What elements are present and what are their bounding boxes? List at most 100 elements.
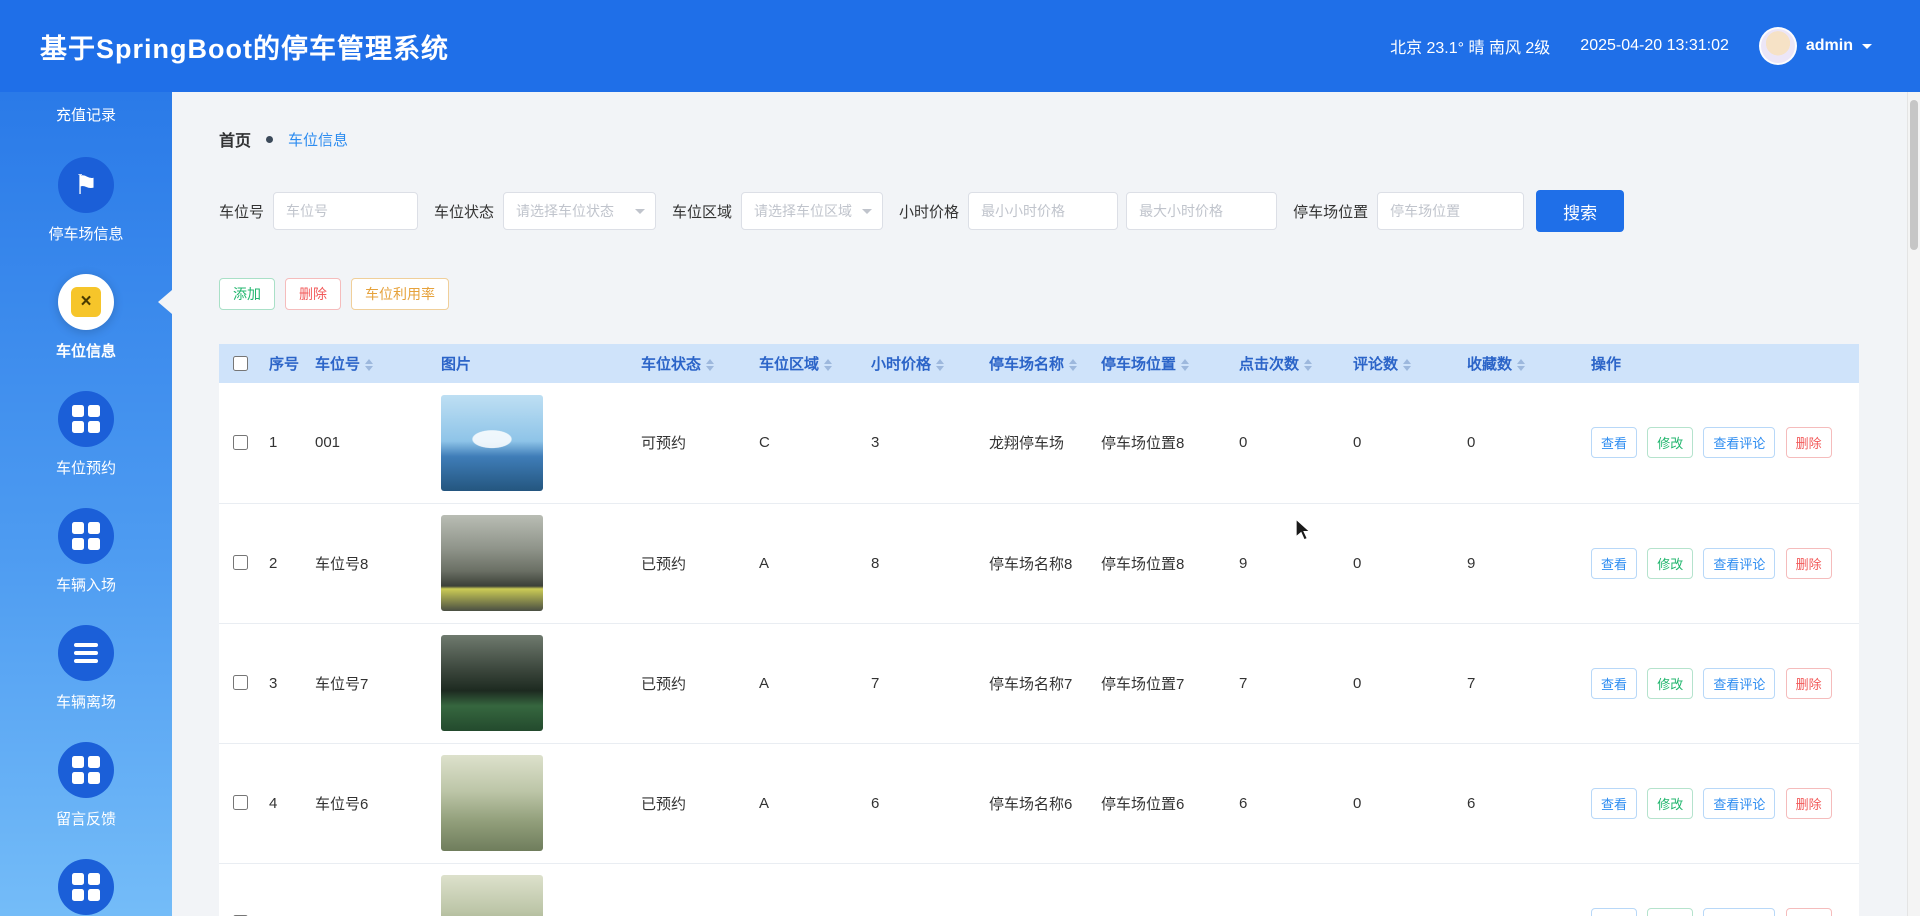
sort-icon[interactable] bbox=[824, 359, 832, 371]
area-select[interactable]: 请选择车位区域 bbox=[741, 192, 883, 230]
cell-lot-name: 停车场名称7 bbox=[981, 623, 1093, 743]
delete-row-button[interactable]: 删除 bbox=[1786, 908, 1832, 916]
column-header-lot_name[interactable]: 停车场名称 bbox=[981, 344, 1093, 383]
delete-button[interactable]: 删除 bbox=[285, 278, 341, 310]
cell-index: 3 bbox=[261, 623, 307, 743]
sidebar-item-spot-reservation[interactable]: 车位预约 bbox=[0, 391, 172, 478]
column-header-label: 操作 bbox=[1591, 356, 1621, 373]
add-button[interactable]: 添加 bbox=[219, 278, 275, 310]
column-header-comments[interactable]: 评论数 bbox=[1345, 344, 1459, 383]
breadcrumb-current[interactable]: 车位信息 bbox=[288, 129, 348, 150]
filter-label-price: 小时价格 bbox=[899, 201, 959, 222]
sidebar-item-vehicle-exit[interactable]: 车辆离场 bbox=[0, 625, 172, 712]
edit-button[interactable]: 修改 bbox=[1647, 548, 1693, 579]
view-comments-button[interactable]: 查看评论 bbox=[1703, 788, 1775, 819]
price-max-input[interactable] bbox=[1126, 192, 1277, 230]
grid-icon bbox=[58, 859, 114, 915]
status-select[interactable]: 请选择车位状态 bbox=[503, 192, 656, 230]
view-button[interactable]: 查看 bbox=[1591, 668, 1637, 699]
breadcrumb-home[interactable]: 首页 bbox=[219, 127, 251, 151]
username: admin bbox=[1806, 37, 1853, 55]
row-checkbox[interactable] bbox=[233, 675, 248, 690]
cell-lot-name: 停车场名称5 bbox=[981, 863, 1093, 916]
utilization-button[interactable]: 车位利用率 bbox=[351, 278, 449, 310]
cell-lot-name: 停车场名称8 bbox=[981, 503, 1093, 623]
user-menu[interactable]: admin bbox=[1759, 27, 1872, 65]
edit-button[interactable]: 修改 bbox=[1647, 668, 1693, 699]
sidebar-item-parking-spot-info[interactable]: ×车位信息 bbox=[0, 274, 172, 361]
sidebar-item-label: 车辆离场 bbox=[56, 691, 116, 712]
row-checkbox[interactable] bbox=[233, 795, 248, 810]
cell-location: 停车场位置8 bbox=[1093, 503, 1231, 623]
view-button[interactable]: 查看 bbox=[1591, 427, 1637, 458]
delete-row-button[interactable]: 删除 bbox=[1786, 668, 1832, 699]
location-input[interactable] bbox=[1377, 192, 1524, 230]
sidebar-item-feedback[interactable]: 留言反馈 bbox=[0, 742, 172, 829]
main-content: 首页 车位信息 车位号 车位状态 请选择车位状态 车位区域 请选择车位区域 小时… bbox=[172, 92, 1920, 916]
sort-icon[interactable] bbox=[936, 359, 944, 371]
sort-icon[interactable] bbox=[1403, 359, 1411, 371]
sidebar-item-parking-lot-info[interactable]: ⚑停车场信息 bbox=[0, 157, 172, 244]
delete-row-button[interactable]: 删除 bbox=[1786, 548, 1832, 579]
cell-image bbox=[433, 623, 633, 743]
view-comments-button[interactable]: 查看评论 bbox=[1703, 427, 1775, 458]
column-header-clicks[interactable]: 点击次数 bbox=[1231, 344, 1345, 383]
edit-button[interactable]: 修改 bbox=[1647, 427, 1693, 458]
select-all-checkbox[interactable] bbox=[233, 356, 248, 371]
toolbar: 添加 删除 车位利用率 bbox=[219, 278, 1859, 310]
edit-button[interactable]: 修改 bbox=[1647, 788, 1693, 819]
sidebar-item-label: 充值记录 bbox=[56, 104, 116, 125]
view-comments-button[interactable]: 查看评论 bbox=[1703, 668, 1775, 699]
column-header-label: 车位状态 bbox=[641, 356, 701, 373]
row-checkbox[interactable] bbox=[233, 555, 248, 570]
column-header-label: 车位号 bbox=[315, 356, 360, 373]
search-button[interactable]: 搜索 bbox=[1536, 190, 1624, 232]
column-header-price[interactable]: 小时价格 bbox=[863, 344, 981, 383]
sidebar-item-label: 车辆入场 bbox=[56, 574, 116, 595]
column-header-location[interactable]: 停车场位置 bbox=[1093, 344, 1231, 383]
cell-location: 停车场位置7 bbox=[1093, 623, 1231, 743]
page-scrollbar[interactable] bbox=[1907, 92, 1920, 916]
spot-photo bbox=[441, 635, 543, 731]
sidebar-item-label: 车位预约 bbox=[56, 457, 116, 478]
cell-index: 4 bbox=[261, 743, 307, 863]
view-comments-button[interactable]: 查看评论 bbox=[1703, 908, 1775, 916]
sort-icon[interactable] bbox=[1181, 359, 1189, 371]
cell-location: 停车场位置8 bbox=[1093, 383, 1231, 503]
status-select-placeholder: 请选择车位状态 bbox=[516, 201, 614, 221]
column-header-label: 序号 bbox=[269, 356, 299, 373]
cell-area: A bbox=[751, 863, 863, 916]
sidebar-item-recharge-records[interactable]: 充值记录 bbox=[0, 104, 172, 125]
view-comments-button[interactable]: 查看评论 bbox=[1703, 548, 1775, 579]
spot-input[interactable] bbox=[273, 192, 418, 230]
cell-status: 已预约 bbox=[633, 863, 751, 916]
cell-clicks: 5 bbox=[1231, 863, 1345, 916]
price-min-input[interactable] bbox=[968, 192, 1118, 230]
view-button[interactable]: 查看 bbox=[1591, 548, 1637, 579]
sidebar-item-vehicle-entry[interactable]: 车辆入场 bbox=[0, 508, 172, 595]
edit-button[interactable]: 修改 bbox=[1647, 908, 1693, 916]
column-header-spot[interactable]: 车位号 bbox=[307, 344, 433, 383]
delete-row-button[interactable]: 删除 bbox=[1786, 427, 1832, 458]
cell-location: 停车场位置5 bbox=[1093, 863, 1231, 916]
cell-spot-number: 车位号6 bbox=[307, 743, 433, 863]
column-header-favorites[interactable]: 收藏数 bbox=[1459, 344, 1583, 383]
cell-index: 5 bbox=[261, 863, 307, 916]
column-header-label: 停车场名称 bbox=[989, 356, 1064, 373]
view-button[interactable]: 查看 bbox=[1591, 788, 1637, 819]
sort-icon[interactable] bbox=[1517, 359, 1525, 371]
column-header-area[interactable]: 车位区域 bbox=[751, 344, 863, 383]
sort-icon[interactable] bbox=[1069, 359, 1077, 371]
sort-icon[interactable] bbox=[1304, 359, 1312, 371]
column-header-status[interactable]: 车位状态 bbox=[633, 344, 751, 383]
delete-row-button[interactable]: 删除 bbox=[1786, 788, 1832, 819]
row-checkbox[interactable] bbox=[233, 435, 248, 450]
column-header-label: 停车场位置 bbox=[1101, 356, 1176, 373]
scrollbar-thumb[interactable] bbox=[1910, 100, 1918, 250]
view-button[interactable]: 查看 bbox=[1591, 908, 1637, 916]
filter-label-spot: 车位号 bbox=[219, 201, 264, 222]
sort-icon[interactable] bbox=[365, 359, 373, 371]
sort-icon[interactable] bbox=[706, 359, 714, 371]
cell-favorites: 9 bbox=[1459, 503, 1583, 623]
sidebar-item-more[interactable] bbox=[0, 859, 172, 915]
